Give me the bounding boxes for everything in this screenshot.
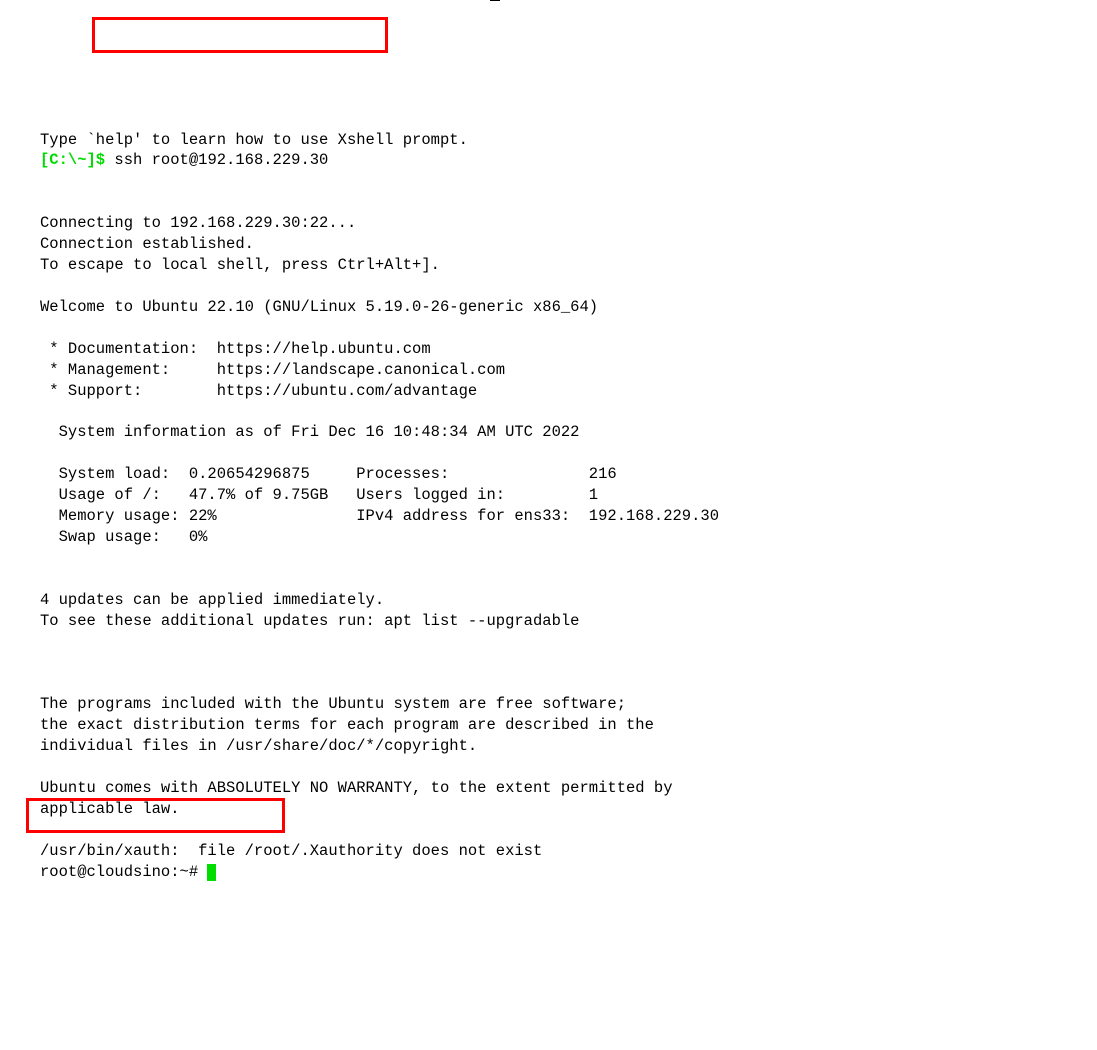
window-edge-mark [490, 0, 500, 1]
ssh-command: ssh root@192.168.229.30 [105, 151, 328, 169]
warranty-text: applicable law. [40, 800, 180, 818]
legal-text: The programs included with the Ubuntu sy… [40, 695, 626, 713]
legal-text: individual files in /usr/share/doc/*/cop… [40, 737, 477, 755]
legal-text: the exact distribution terms for each pr… [40, 716, 654, 734]
sysinfo-row: Usage of /: 47.7% of 9.75GB Users logged… [40, 486, 598, 504]
terminal-output[interactable]: Type `help' to learn how to use Xshell p… [0, 126, 1097, 883]
highlight-ssh-command [92, 17, 388, 53]
updates-hint: To see these additional updates run: apt… [40, 612, 580, 630]
sysinfo-row: System load: 0.20654296875 Processes: 21… [40, 465, 617, 483]
welcome-text: Welcome to Ubuntu 22.10 (GNU/Linux 5.19.… [40, 298, 598, 316]
links-documentation: * Documentation: https://help.ubuntu.com [40, 340, 431, 358]
warranty-text: Ubuntu comes with ABSOLUTELY NO WARRANTY… [40, 779, 673, 797]
connecting-text: Connecting to 192.168.229.30:22... [40, 214, 356, 232]
sysinfo-row: Swap usage: 0% [40, 528, 207, 546]
xauth-text: /usr/bin/xauth: file /root/.Xauthority d… [40, 842, 542, 860]
intro-text: Type `help' to learn how to use Xshell p… [40, 131, 468, 149]
escape-text: To escape to local shell, press Ctrl+Alt… [40, 256, 440, 274]
remote-prompt: root@cloudsino:~# [40, 863, 207, 881]
sysinfo-header: System information as of Fri Dec 16 10:4… [40, 423, 580, 441]
links-management: * Management: https://landscape.canonica… [40, 361, 505, 379]
sysinfo-row: Memory usage: 22% IPv4 address for ens33… [40, 507, 719, 525]
updates-text: 4 updates can be applied immediately. [40, 591, 384, 609]
established-text: Connection established. [40, 235, 254, 253]
links-support: * Support: https://ubuntu.com/advantage [40, 382, 477, 400]
local-prompt: [C:\~]$ [40, 151, 105, 169]
cursor-icon [207, 864, 216, 881]
